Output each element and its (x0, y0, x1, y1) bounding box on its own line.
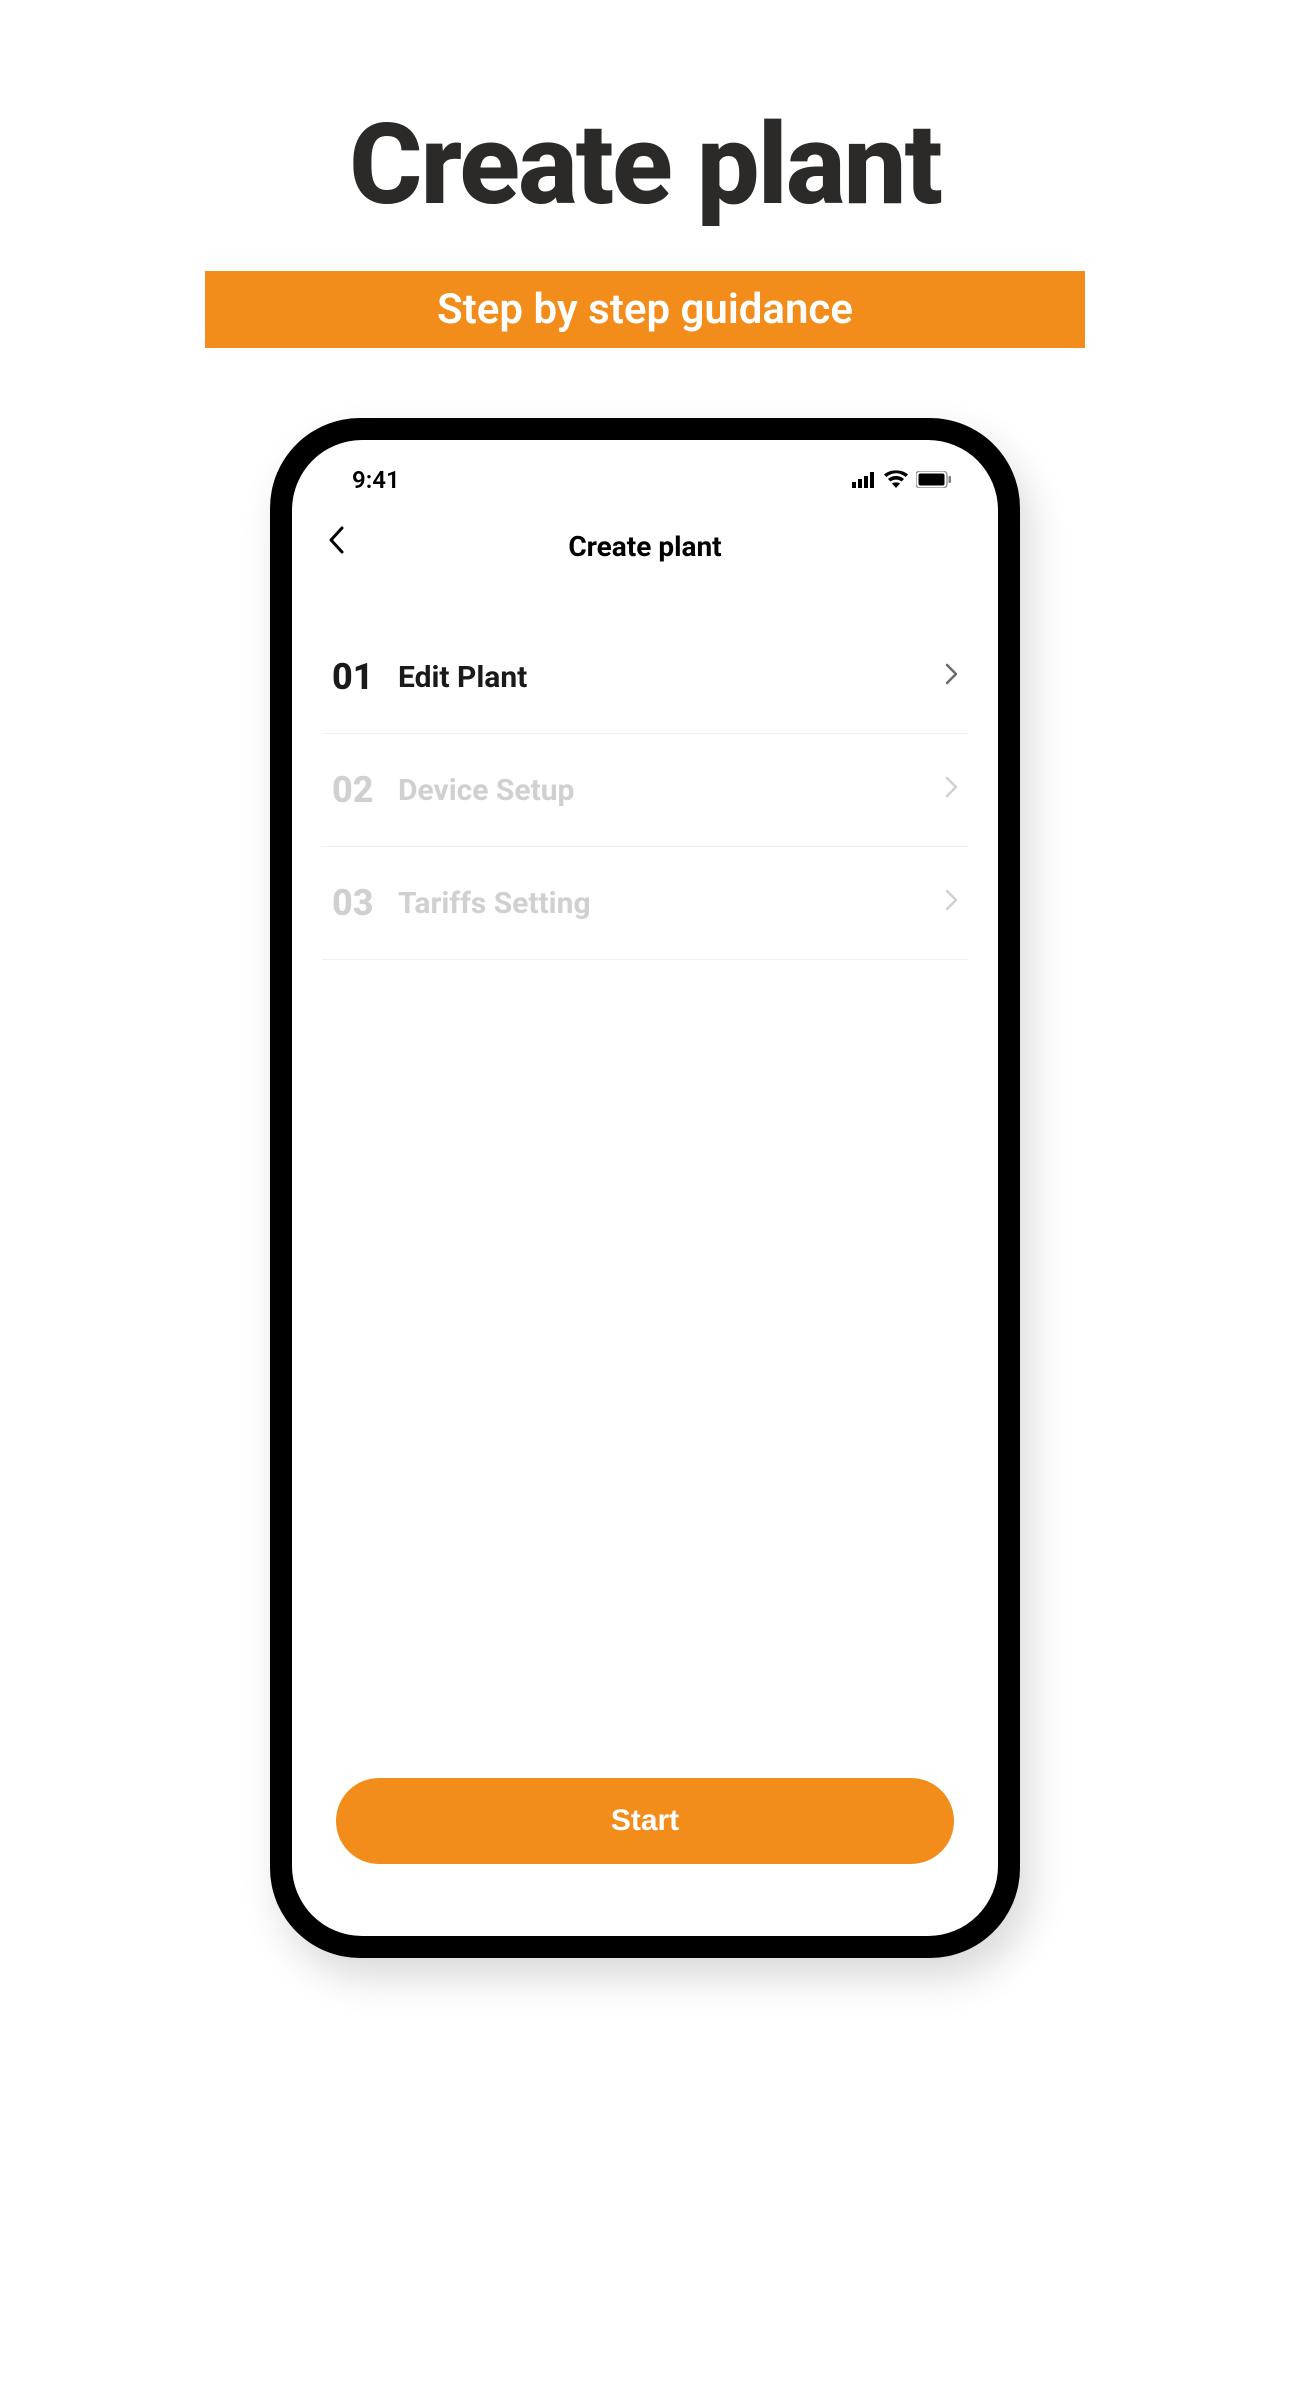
status-icons (852, 466, 952, 494)
step-number: 03 (332, 882, 398, 924)
step-label: Tariffs Setting (398, 886, 945, 921)
step-item-edit-plant[interactable]: 01 Edit Plant (322, 621, 968, 734)
battery-icon (916, 466, 952, 494)
step-item-device-setup[interactable]: 02 Device Setup (322, 734, 968, 847)
phone-screen: 9:41 (292, 440, 998, 1936)
step-label: Edit Plant (398, 660, 945, 695)
nav-header: Create plant (292, 502, 998, 583)
chevron-right-icon (945, 888, 958, 918)
step-label: Device Setup (398, 773, 945, 808)
nav-title: Create plant (568, 530, 721, 563)
cellular-signal-icon (852, 466, 876, 494)
wifi-icon (884, 466, 908, 494)
step-number: 02 (332, 769, 398, 811)
step-item-tariffs-setting[interactable]: 03 Tariffs Setting (322, 847, 968, 960)
back-button[interactable] (324, 520, 348, 566)
chevron-right-icon (945, 775, 958, 805)
step-list: 01 Edit Plant 02 Device Setup 03 (292, 583, 998, 1778)
marketing-subtitle-banner: Step by step guidance (205, 271, 1085, 348)
start-button[interactable]: Start (336, 1778, 954, 1864)
status-bar: 9:41 (292, 440, 998, 502)
marketing-title: Create plant (0, 100, 1290, 231)
step-number: 01 (332, 656, 398, 698)
status-time: 9:41 (352, 466, 400, 494)
chevron-right-icon (945, 662, 958, 692)
phone-frame: 9:41 (270, 418, 1020, 1958)
